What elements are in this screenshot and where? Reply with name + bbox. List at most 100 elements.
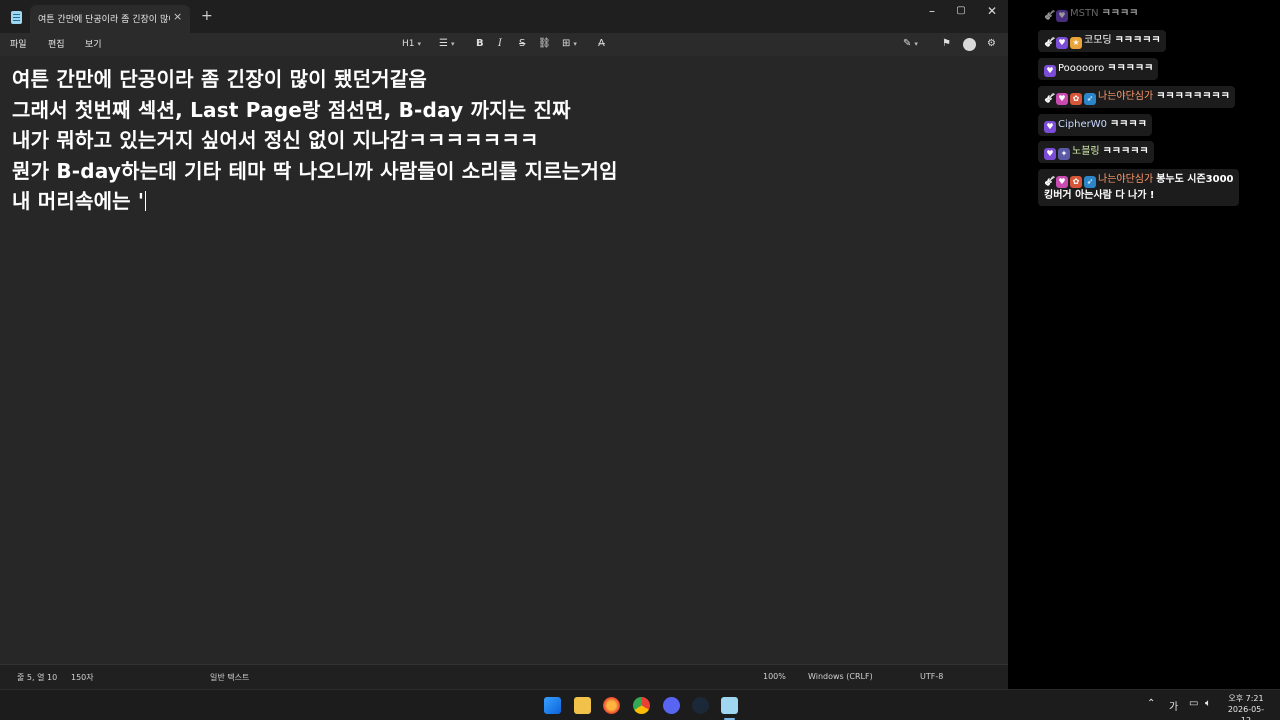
title-bar: 여튼 간만에 단공이라 좀 긴장이 많이 × + – ▢ ✕ <box>0 0 1008 33</box>
editor-line: 뭔가 B-day하는데 기타 테마 딱 나오니까 사람들이 소리를 지르는거임 <box>12 158 618 183</box>
editor-line: 내가 뭐하고 있는거지 싶어서 정신 없이 지나감ㅋㅋㅋㅋㅋㅋㅋ <box>12 128 539 152</box>
volume-icon[interactable]: 🔈︎ <box>1205 698 1211 709</box>
guitar-icon: 🎸︎ <box>1044 177 1056 187</box>
chat-text: ㅋㅋㅋㅋㅋㅋㅋㅋ <box>1156 91 1230 102</box>
heading-label: H1 <box>402 39 415 49</box>
chat-nick: CipherW0 <box>1058 119 1107 130</box>
line-ending[interactable]: Windows (CRLF) <box>808 672 873 681</box>
encoding[interactable]: UTF-8 <box>920 672 943 681</box>
notepad-taskbar-icon[interactable] <box>721 697 738 714</box>
network-icon[interactable]: ▭ <box>1189 698 1198 709</box>
chevron-down-icon: ▾ <box>573 40 577 48</box>
settings-gear-icon[interactable]: ⚙ <box>987 37 996 51</box>
link-icon[interactable]: ⛓ <box>538 37 551 51</box>
editor-line: 그래서 첫번째 섹션, Last Page랑 점선면, B-day 까지는 진짜 <box>12 97 571 122</box>
system-clock[interactable]: 오후 7:21 2026-05-12 <box>1224 693 1268 720</box>
chat-text: ㅋㅋㅋㅋ <box>1109 119 1147 130</box>
chat-panel: 🎸︎ ♥ MSTN ㅋㅋㅋㅋ 🎸︎ ♥ ★ 코모딩 ㅋㅋㅋㅋㅋ ♥ Poooooro ㅋㅋㅋㅋㅋ … <box>1008 0 1280 689</box>
new-tab-icon[interactable]: + <box>201 8 213 24</box>
menu-view[interactable]: 보기 <box>85 37 102 50</box>
file-explorer-icon[interactable] <box>574 697 591 714</box>
document-tab[interactable]: 여튼 간만에 단공이라 좀 긴장이 많이 × <box>30 5 190 33</box>
guitar-icon: 🎸︎ <box>1044 11 1056 21</box>
tab-title: 여튼 간만에 단공이라 좀 긴장이 많이 <box>38 15 170 25</box>
chat-message: ♥ Poooooro ㅋㅋㅋㅋㅋ <box>1038 58 1159 80</box>
menu-edit[interactable]: 편집 <box>48 37 65 50</box>
steam-icon[interactable] <box>692 697 709 714</box>
chat-nick: 나는야단심가 <box>1098 91 1154 102</box>
tray-chevron-up-icon[interactable]: ⌃ <box>1147 698 1155 709</box>
chat-nick: 나는야단심가 <box>1098 174 1154 185</box>
taskbar: ⌃ 가 ▭ 🔈︎ 오후 7:21 2026-05-12 <box>0 689 1280 720</box>
chat-message: ♥ CipherW0 ㅋㅋㅋㅋ <box>1038 114 1152 136</box>
fan-badge-icon: ✿ <box>1070 93 1082 105</box>
heading-dropdown[interactable]: H1 ▾ <box>402 37 421 51</box>
editor-line: 내 머리속에는 ' <box>12 189 145 213</box>
chat-text: ㅋㅋㅋㅋㅋ <box>1102 146 1149 157</box>
copilot-icon[interactable]: ✎ ▾ <box>903 37 918 51</box>
ime-indicator[interactable]: 가 <box>1169 698 1178 713</box>
heart-badge-icon: ♥ <box>1044 65 1056 77</box>
chat-message: 🎸︎ ♥ ★ 코모딩 ㅋㅋㅋㅋㅋ <box>1038 30 1166 52</box>
feedback-icon[interactable]: ⚑ <box>942 37 951 51</box>
clock-time: 오후 7:21 <box>1228 694 1264 703</box>
minimize-button[interactable]: – <box>916 2 948 20</box>
heart-badge-icon: ♥ <box>1044 121 1056 133</box>
status-bar: 줄 5, 열 10 150자 일반 텍스트 100% Windows (CRLF… <box>0 664 1008 689</box>
chat-nick: Poooooro <box>1058 63 1105 74</box>
text-cursor <box>145 191 147 211</box>
clear-formatting-icon[interactable]: A̶ <box>598 37 605 51</box>
chat-nick: 코모딩 <box>1084 35 1112 46</box>
table-dropdown[interactable]: ⊞ ▾ <box>562 37 577 51</box>
rocket-badge-icon: ➶ <box>1084 176 1096 188</box>
list-icon: ☰ <box>439 38 448 49</box>
notepad-window: 여튼 간만에 단공이라 좀 긴장이 많이 × + – ▢ ✕ 파일 편집 보기 … <box>0 0 1008 689</box>
windows-start-icon[interactable] <box>544 697 561 714</box>
menu-file[interactable]: 파일 <box>10 37 27 50</box>
clock-date: 2026-05-12 <box>1227 705 1265 720</box>
char-count: 150자 <box>71 673 94 682</box>
discord-icon[interactable] <box>663 697 680 714</box>
close-button[interactable]: ✕ <box>976 2 1008 20</box>
chat-text: ㅋㅋㅋㅋ <box>1101 8 1139 19</box>
chat-text: ㅋㅋㅋㅋㅋ <box>1107 63 1154 74</box>
editor-line-last: 내 머리속에는 ' <box>12 186 1008 217</box>
heart-badge-icon: ♥ <box>1056 176 1068 188</box>
firefox-icon[interactable] <box>603 697 620 714</box>
heart-badge-icon: ♥ <box>1056 10 1068 22</box>
chat-message: ♥ ✦ 노블링 ㅋㅋㅋㅋㅋ <box>1038 141 1154 163</box>
heart-badge-icon: ♥ <box>1056 93 1068 105</box>
chat-nick: 노블링 <box>1072 146 1100 157</box>
chrome-icon[interactable] <box>633 697 650 714</box>
heart-badge-icon: ♥ <box>1056 37 1068 49</box>
tab-close-icon[interactable]: × <box>173 10 182 23</box>
fan-badge-icon: ✿ <box>1070 176 1082 188</box>
text-editor[interactable]: 여튼 간만에 단공이라 좀 긴장이 많이 됐던거같음 그래서 첫번째 섹션, L… <box>0 56 1008 664</box>
cursor-position: 줄 5, 열 10 <box>17 673 58 682</box>
chevron-down-icon: ▾ <box>450 40 455 48</box>
chevron-down-icon: ▾ <box>914 40 918 48</box>
text-format[interactable]: 일반 텍스트 <box>210 672 249 683</box>
chat-message: 🎸︎ ♥ ✿ ➶ 나는야단심가 봉누도 시즌3000 킹버거 아는사람 다 나가 ! <box>1038 169 1239 206</box>
sub-badge-icon: ★ <box>1070 37 1082 49</box>
chat-text: ㅋㅋㅋㅋㅋ <box>1114 35 1161 46</box>
account-avatar[interactable] <box>963 38 976 51</box>
bold-button[interactable]: B <box>476 37 484 51</box>
star-badge-icon: ✦ <box>1058 148 1070 160</box>
guitar-icon: 🎸︎ <box>1044 38 1056 48</box>
list-dropdown[interactable]: ☰ ▾ <box>439 37 454 51</box>
table-icon: ⊞ <box>562 38 571 49</box>
italic-button[interactable]: I <box>498 37 502 51</box>
chat-nick: MSTN <box>1070 8 1099 19</box>
menu-bar: 파일 편집 보기 H1 ▾ ☰ ▾ B I S ⛓ ⊞ ▾ A̶ ✎ ▾ ⚑ ⚙ <box>0 33 1008 56</box>
notepad-app-icon <box>11 11 22 24</box>
heart-badge-icon: ♥ <box>1044 148 1056 160</box>
editor-line: 여튼 간만에 단공이라 좀 긴장이 많이 됐던거같음 <box>12 67 427 91</box>
strikethrough-button[interactable]: S <box>519 37 525 51</box>
zoom-level[interactable]: 100% <box>763 672 786 681</box>
chat-message: 🎸︎ ♥ MSTN ㅋㅋㅋㅋ <box>1038 3 1143 25</box>
maximize-button[interactable]: ▢ <box>945 2 977 20</box>
chat-text: 봉누도 시즌3000 <box>1156 174 1234 185</box>
guitar-icon: 🎸︎ <box>1044 94 1056 104</box>
rocket-badge-icon: ➶ <box>1084 93 1096 105</box>
